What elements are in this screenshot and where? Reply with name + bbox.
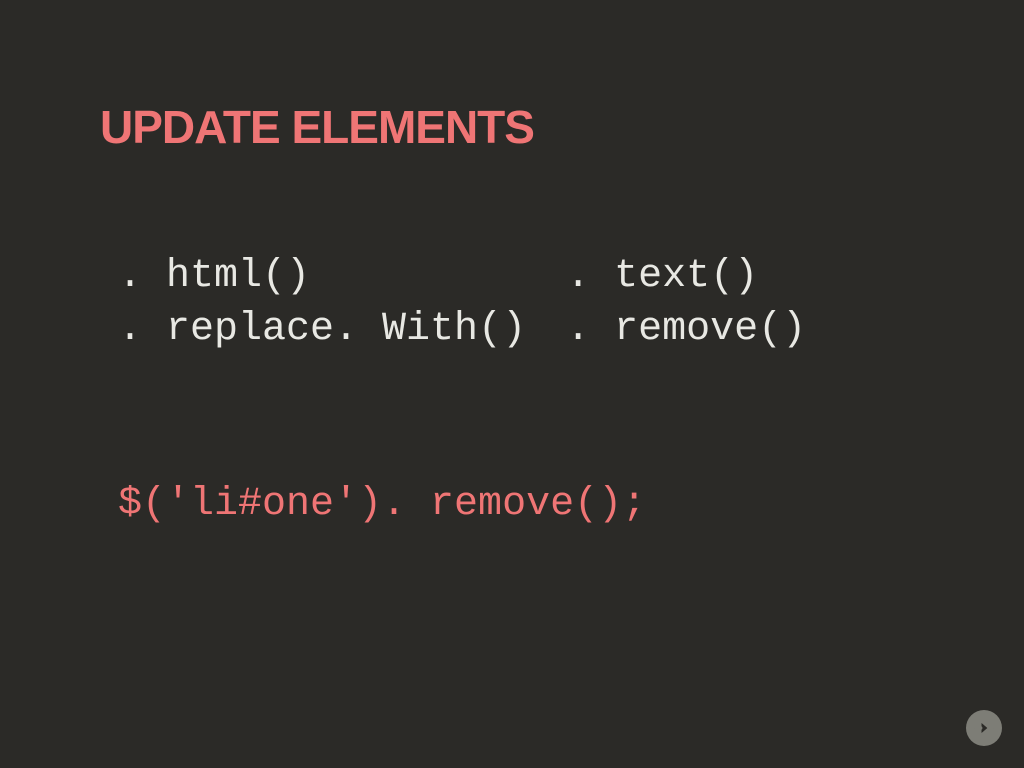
code-example: $('li#one'). remove(); bbox=[118, 482, 924, 527]
slide-container: UPDATE ELEMENTS . html() . text() . repl… bbox=[0, 0, 1024, 768]
arrow-right-icon bbox=[974, 718, 994, 738]
next-slide-button[interactable] bbox=[966, 710, 1002, 746]
method-html: . html() bbox=[118, 254, 526, 299]
method-remove: . remove() bbox=[566, 307, 924, 352]
methods-grid: . html() . text() . replace. With() . re… bbox=[118, 254, 924, 352]
method-text: . text() bbox=[566, 254, 924, 299]
slide-title: UPDATE ELEMENTS bbox=[100, 100, 924, 154]
method-replacewith: . replace. With() bbox=[118, 307, 526, 352]
